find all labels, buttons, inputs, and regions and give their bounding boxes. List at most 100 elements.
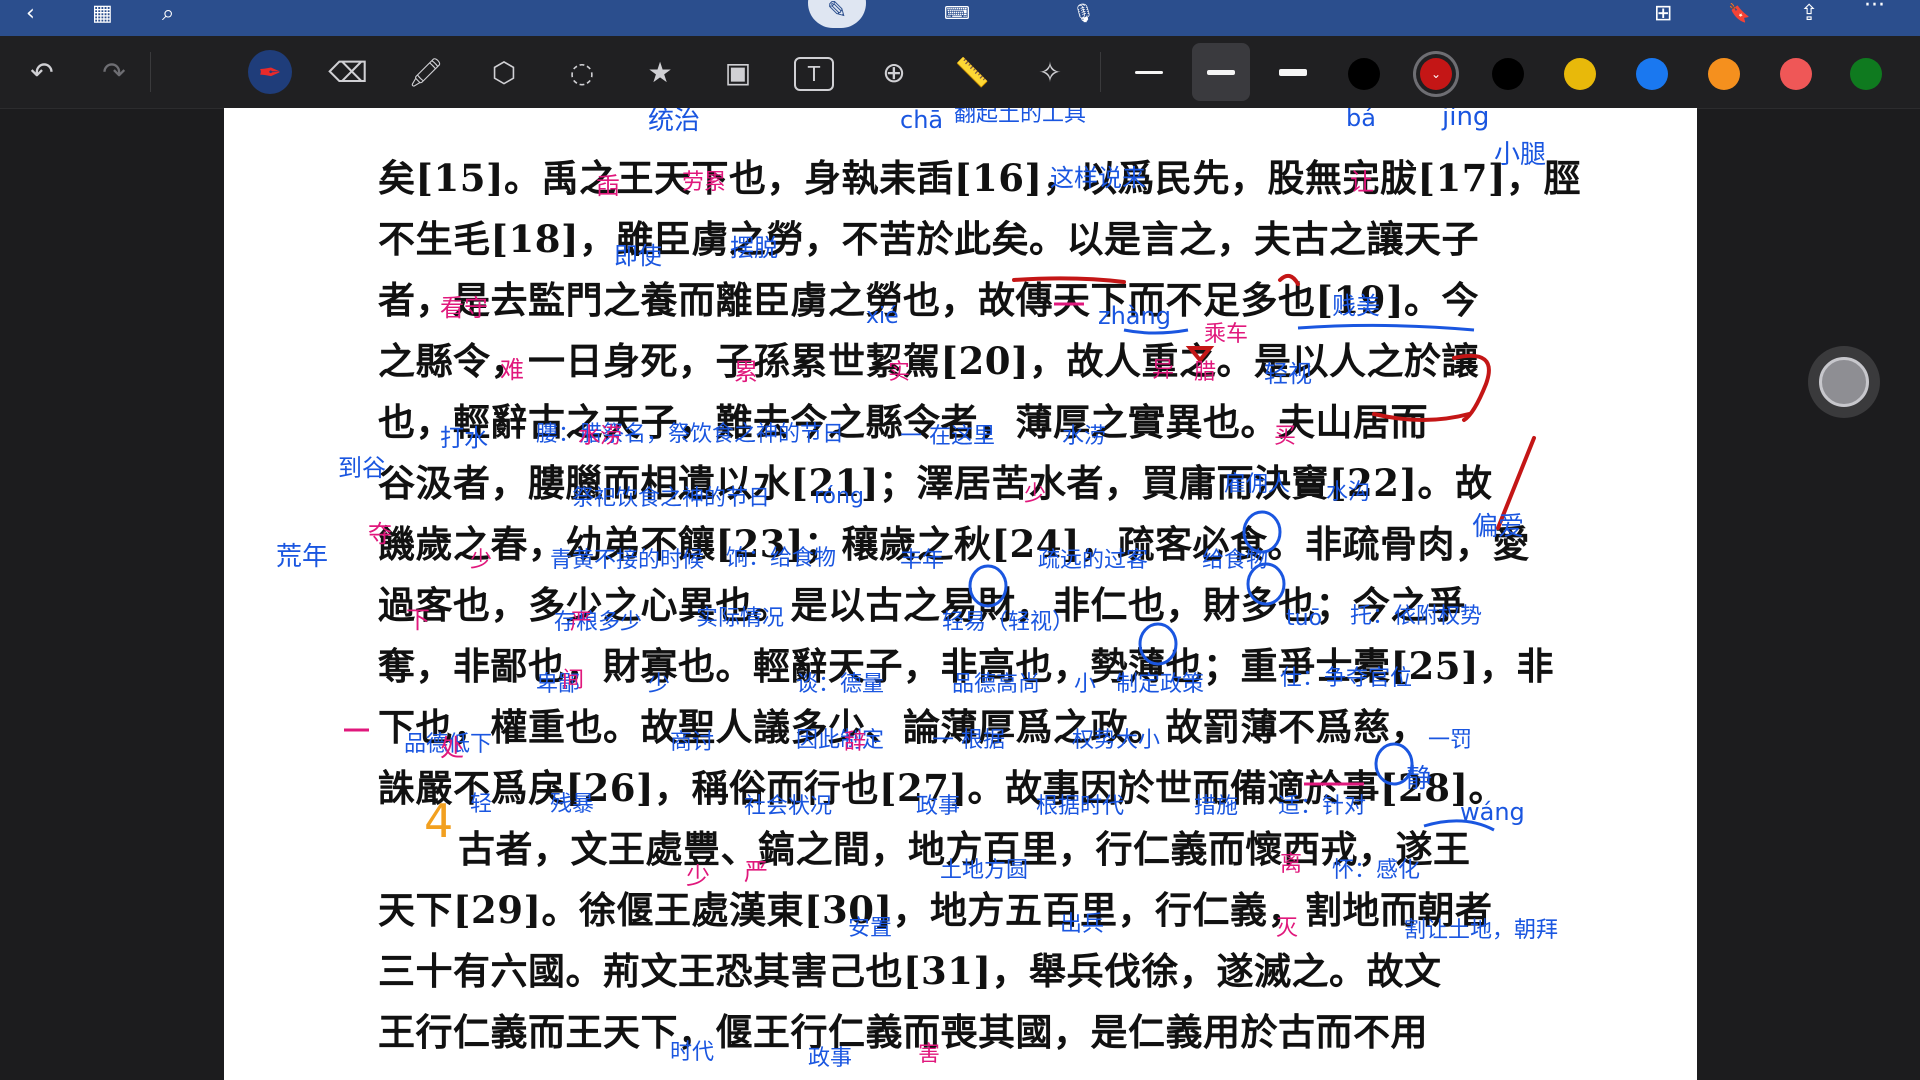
annotation-pink: 严 [570, 610, 593, 635]
annotation-blue: 时代 [670, 1040, 715, 1065]
add-page-icon[interactable]: ⊞ [1654, 2, 1672, 26]
text-tool-icon[interactable]: T [794, 57, 834, 91]
share-icon[interactable]: ⇪ [1800, 2, 1818, 26]
annotation-blue: 存粮多少 [554, 610, 643, 635]
annotation-pink: 乘车 [1204, 322, 1249, 347]
stroke-thin-button[interactable] [1120, 43, 1178, 101]
annotation-blue: 根据时代 [1036, 794, 1125, 819]
annotation-pink: 少 [686, 862, 710, 890]
highlighter-tool-icon[interactable]: 🖍 [404, 50, 448, 94]
annotation-blue: tuō [1286, 606, 1323, 631]
drawing-toolbar: ↶ ↷ ✒ ⌫ 🖍 ⬡ ◌ ★ ▣ T ⊕ 📏 ✧ ⌄ [0, 36, 1920, 109]
annotation-blue: 轻视 [1264, 360, 1312, 388]
chevron-down-icon: ⌄ [1430, 67, 1442, 81]
camera-tool-icon[interactable]: ⊕ [872, 50, 916, 94]
annotation-pink: 看守 [440, 294, 488, 322]
annotation-pink: 劳累 [682, 170, 727, 195]
back-icon[interactable]: ‹ [26, 2, 35, 26]
color-swatch-yellow[interactable] [1564, 58, 1596, 90]
annotation-pink: 少 [470, 548, 493, 573]
eraser-tool-icon[interactable]: ⌫ [326, 50, 370, 94]
grid-icon[interactable]: ▦ [92, 2, 113, 26]
annotation-pink: 实 [888, 360, 911, 385]
laser-pointer-tool-icon[interactable]: ✧ [1028, 50, 1072, 94]
floating-assistive-button[interactable] [1808, 346, 1880, 418]
undo-icon[interactable]: ↶ [20, 50, 64, 94]
annotation-blue: 一 在这里 [900, 424, 995, 449]
microphone-icon[interactable]: 🎙 [1072, 2, 1095, 26]
pen-mode-icon[interactable]: ✎ [808, 0, 866, 28]
annotation-blue: 青黄不接的时候 [550, 548, 705, 573]
color-swatch-black-2[interactable] [1492, 58, 1524, 90]
annotation-pink: 夺 [368, 520, 392, 548]
annotation-blue: 荒年 [276, 542, 329, 572]
color-swatch-black[interactable] [1348, 58, 1380, 90]
annotation-blue: 怀：感化 [1332, 858, 1421, 883]
stroke-thick-line [1279, 68, 1307, 76]
annotation-blue: 雇佣人 [1224, 472, 1291, 497]
annotation-blue: 这样说来 [1050, 164, 1146, 192]
stroke-medium-button[interactable] [1192, 43, 1250, 101]
annotation-blue: 疏远的过客 [1038, 548, 1149, 573]
toolbar-divider [150, 52, 151, 92]
annotation-blue: 统治 [648, 108, 701, 136]
text-line: 天下[29]。徐偃王處漢東[30]，地方五百里，行仁義，割地而朝者 [378, 888, 1493, 932]
color-swatch-red[interactable]: ⌄ [1420, 58, 1452, 90]
annotation-pink: 难 [500, 356, 524, 384]
annotation-blue: 翻起土的工具 [954, 108, 1087, 127]
annotation-blue: 到谷 [338, 454, 386, 482]
annotation-blue: 安置 [848, 916, 893, 941]
lasso-tool-icon[interactable]: ◌ [560, 50, 604, 94]
color-swatch-green[interactable] [1850, 58, 1882, 90]
stroke-thick-button[interactable] [1264, 43, 1322, 101]
ruler-tool-icon[interactable]: 📏 [950, 50, 994, 94]
annotation-blue: 小腿 [1494, 140, 1547, 170]
annotation-pink: 水涝 [578, 424, 623, 449]
annotation-blue: 一罚 [1428, 728, 1473, 753]
bookmark-icon[interactable]: 🔖 [1728, 2, 1750, 26]
annotation-blue: 一 根据 [932, 728, 1005, 753]
document-page[interactable]: 矣[15]。禹之王天下也，身執耒臿[16]，以爲民先，股無完胈[17]，脛 不生… [224, 108, 1697, 1080]
annotation-blue: 摆脱 [730, 234, 778, 262]
more-icon[interactable]: ··· [1864, 0, 1885, 18]
annotation-blue: 祭祀饮食之神的节日 [572, 486, 771, 511]
annotation-blue: 政事 [916, 794, 961, 819]
stroke-medium-line [1207, 69, 1235, 75]
annotation-blue: wáng [1460, 798, 1525, 826]
annotation-blue: 即使 [614, 242, 662, 270]
annotation-blue: 谈：德量 [796, 672, 885, 697]
annotation-blue: 托：依附权势 [1350, 604, 1483, 629]
annotation-pink: 处 [440, 734, 464, 762]
pen-tool-icon[interactable]: ✒ [248, 50, 292, 94]
annotation-pink: 少 [1024, 482, 1047, 507]
color-swatch-coral[interactable] [1780, 58, 1812, 90]
text-line: 矣[15]。禹之王天下也，身執耒臿[16]，以爲民先，股無完胈[17]，脛 [378, 156, 1582, 200]
annotation-blue: 残暴 [550, 792, 595, 817]
annotation-blue: 丰年 [900, 548, 945, 573]
pen-mode-glyph: ✎ [826, 0, 848, 24]
sticker-tool-icon[interactable]: ★ [638, 50, 682, 94]
color-swatch-blue[interactable] [1636, 58, 1668, 90]
annotation-pink: 离 [1280, 852, 1303, 877]
annotation-blue: 偏爱 [1472, 512, 1525, 542]
annotation-pink: 间 [562, 668, 585, 693]
shapes-tool-icon[interactable]: ⬡ [482, 50, 526, 94]
annotation-pink: 辞 [844, 730, 867, 755]
search-icon[interactable]: ⌕ [162, 2, 174, 26]
redo-icon[interactable]: ↷ [92, 50, 136, 94]
annotation-blue: 仕：争夺官位 [1280, 666, 1413, 691]
image-tool-icon[interactable]: ▣ [716, 50, 760, 94]
annotation-blue: 割让土地，朝拜 [1404, 918, 1559, 943]
annotation-blue: 轻易（轻视） [942, 610, 1075, 635]
annotation-blue: 轻 [470, 792, 493, 817]
text-line: 之縣令，一日身死，子孫累世絜駕[20]，故人重之。是以人之於讓 [378, 339, 1480, 383]
keyboard-icon[interactable]: ⌨ [944, 2, 970, 26]
annotation-blue: 饷：给食物 [726, 546, 837, 571]
annotation-pink: 买 [1274, 424, 1297, 449]
annotation-pink: 臿 [596, 172, 620, 200]
color-swatch-orange[interactable] [1708, 58, 1740, 90]
annotation-blue: 品德高尚 [952, 672, 1041, 697]
annotation-blue: 因此制定 [796, 728, 885, 753]
annotation-pink: 严 [744, 858, 768, 886]
annotation-pink: 下 [406, 606, 430, 634]
